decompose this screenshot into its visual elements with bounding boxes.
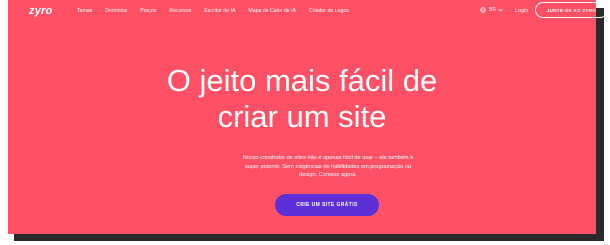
hero-title: O jeito mais fácil de criar um site xyxy=(8,63,596,135)
nav-link-temas[interactable]: Temas xyxy=(77,8,92,14)
hero-subtitle: Nosso construtor de sites não é apenas f… xyxy=(218,154,438,180)
nav-link-recursos[interactable]: Recursos xyxy=(169,8,191,14)
nav-link-mapa-calor-ia[interactable]: Mapa de Calor de IA xyxy=(248,8,296,14)
hero-subtitle-line-3: design. Comece agora. xyxy=(299,172,357,179)
hero-title-line-1: O jeito mais fácil de xyxy=(166,63,438,98)
language-code: BR xyxy=(489,7,496,13)
login-link[interactable]: Login xyxy=(515,8,528,14)
nav-links: Temas Domínios Preços Recursos Escritor … xyxy=(77,8,362,14)
top-navigation: zyro Temas Domínios Preços Recursos Escr… xyxy=(8,0,608,22)
nav-link-dominios[interactable]: Domínios xyxy=(105,8,127,14)
nav-link-criador-logos[interactable]: Criador de Logos xyxy=(309,8,349,14)
zyro-logo[interactable]: zyro xyxy=(29,5,52,17)
hero-subtitle-line-1: Nosso construtor de sites não é apenas f… xyxy=(242,155,414,161)
nav-link-escritor-ia[interactable]: Escritor de IA xyxy=(204,8,235,14)
window-shadow-right xyxy=(596,8,604,240)
nav-link-precos[interactable]: Preços xyxy=(140,8,156,14)
language-selector[interactable]: BR xyxy=(480,7,506,13)
chevron-down-icon xyxy=(498,8,503,12)
join-button[interactable]: JUNTE-SE AO ZYRO xyxy=(535,2,608,18)
window-shadow-bottom xyxy=(14,234,604,241)
globe-icon xyxy=(480,7,486,13)
landing-page: zyro Temas Domínios Preços Recursos Escr… xyxy=(8,0,608,234)
hero-title-line-2: criar um site xyxy=(217,99,387,134)
hero-subtitle-line-2: super potente. Sem exigências de habilid… xyxy=(244,163,412,170)
create-site-button[interactable]: CRIE UM SITE GRÁTIS xyxy=(275,194,379,216)
